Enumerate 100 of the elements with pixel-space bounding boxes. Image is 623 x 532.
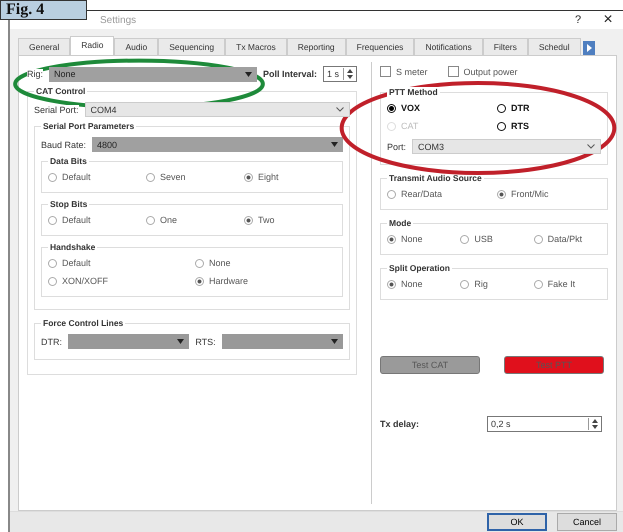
radio-option[interactable]: Data/Pkt <box>534 234 601 244</box>
spin-arrows-icon <box>588 418 601 430</box>
radio-option[interactable]: None <box>387 279 454 289</box>
checkbox[interactable] <box>448 66 459 77</box>
option-label: Data/Pkt <box>548 234 582 244</box>
option-label: CAT <box>401 121 418 131</box>
radio-button[interactable] <box>195 276 204 286</box>
tab[interactable]: Reporting <box>286 38 346 55</box>
figure-label: Fig. 4 <box>0 0 87 20</box>
radio-button[interactable] <box>534 280 543 288</box>
tab[interactable]: Radio <box>70 36 114 55</box>
option-label: XON/XOFF <box>62 276 108 286</box>
rig-dropdown[interactable]: None <box>49 66 257 82</box>
radio-option[interactable]: One <box>146 215 238 225</box>
caret-icon <box>331 142 338 147</box>
port-label: Port: <box>387 142 406 152</box>
radio-option[interactable]: Seven <box>146 172 238 182</box>
help-button[interactable]: ? <box>563 14 593 26</box>
radio-button[interactable] <box>387 280 396 288</box>
radio-button[interactable] <box>48 258 57 268</box>
radio-option[interactable]: Eight <box>244 172 336 182</box>
option-label: Default <box>62 215 91 225</box>
radio-option[interactable]: Default <box>48 215 140 225</box>
tab[interactable]: Sequencing <box>158 38 226 55</box>
radio-button[interactable] <box>146 172 155 182</box>
radio-button[interactable] <box>497 190 506 198</box>
group-title: PTT Method <box>387 87 440 97</box>
radio-option[interactable]: Two <box>244 215 336 225</box>
radio-button[interactable] <box>48 216 57 224</box>
group-title: Data Bits <box>49 156 88 166</box>
option-label: Rear/Data <box>401 189 442 199</box>
tab[interactable]: Frequencies <box>346 38 414 55</box>
radio-option[interactable]: USB <box>460 234 528 244</box>
radio-button[interactable] <box>195 258 204 268</box>
caret-icon <box>177 339 184 344</box>
caret-icon <box>331 339 338 344</box>
option-label: None <box>401 234 423 244</box>
radio-option[interactable]: Rig <box>460 279 528 289</box>
option-label: None <box>209 258 231 268</box>
radio-button[interactable] <box>460 234 470 244</box>
checkbox-label: Output power <box>464 66 518 76</box>
radio-option[interactable]: Default <box>48 172 140 182</box>
radio-option[interactable]: RTS <box>497 121 601 131</box>
radio-button[interactable] <box>497 104 506 112</box>
checkbox-option[interactable]: S meter <box>380 66 428 77</box>
radio-button[interactable] <box>48 172 57 182</box>
radio-button[interactable] <box>387 190 396 198</box>
radio-option[interactable]: DTR <box>497 103 601 113</box>
radio-option[interactable]: None <box>387 234 454 244</box>
tx-delay-spinbox[interactable]: 0,2 s <box>487 416 602 432</box>
tab[interactable]: Schedul <box>528 38 581 55</box>
radio-button[interactable] <box>460 280 470 288</box>
radio-option[interactable]: VOX <box>387 103 491 113</box>
tab[interactable]: General <box>18 38 70 55</box>
radio-button[interactable] <box>387 104 396 112</box>
serial-port-dropdown[interactable]: COM4 <box>84 102 350 117</box>
dialog-button[interactable]: Cancel <box>557 513 617 531</box>
option-label: DTR <box>511 103 530 113</box>
tab[interactable]: Tx Macros <box>225 38 287 55</box>
group-title: Transmit Audio Source <box>388 173 483 183</box>
poll-interval-spinbox[interactable]: 1 s <box>322 66 357 82</box>
radio-button[interactable] <box>387 234 396 244</box>
group-title: Split Operation <box>388 263 451 273</box>
radio-option[interactable]: None <box>195 258 336 268</box>
option-label: USB <box>474 234 493 244</box>
radio-option[interactable]: Fake It <box>534 279 601 289</box>
radio-button[interactable] <box>244 216 253 224</box>
scroll-right-icon[interactable] <box>582 41 595 55</box>
spin-arrows-icon <box>343 68 356 80</box>
radio-button[interactable] <box>244 172 253 182</box>
radio-option[interactable]: XON/XOFF <box>48 276 189 286</box>
radio-option[interactable]: Default <box>48 258 189 268</box>
port-dropdown[interactable]: COM3 <box>412 139 601 154</box>
radio-button[interactable] <box>48 276 57 286</box>
checkbox-label: S meter <box>396 66 428 76</box>
radio-button[interactable] <box>146 216 155 224</box>
dialog-button[interactable]: OK <box>487 513 547 531</box>
tab[interactable]: Filters <box>482 38 528 55</box>
tab[interactable]: Notifications <box>414 38 483 55</box>
group-title: Stop Bits <box>49 199 88 209</box>
radio-option[interactable]: Hardware <box>195 276 336 286</box>
poll-interval-label: Poll Interval: <box>262 69 317 79</box>
line-label: DTR: <box>41 336 62 346</box>
option-label: None <box>401 279 423 289</box>
radio-button[interactable] <box>497 122 506 130</box>
option-label: Hardware <box>209 276 248 286</box>
checkbox-option[interactable]: Output power <box>448 66 518 77</box>
baud-rate-dropdown[interactable]: 4800 <box>92 137 343 152</box>
tab[interactable]: Audio <box>114 38 158 55</box>
close-button[interactable]: × <box>593 11 623 29</box>
option-label: One <box>160 215 178 225</box>
radio-option[interactable]: Rear/Data <box>387 189 491 199</box>
radio-button[interactable] <box>534 234 543 244</box>
option-label: RTS <box>511 121 529 131</box>
option-label: Default <box>62 172 91 182</box>
group-title: CAT Control <box>35 86 86 96</box>
radio-option[interactable]: Front/Mic <box>497 189 601 199</box>
checkbox[interactable] <box>380 66 391 77</box>
baud-rate-label: Baud Rate: <box>41 140 86 150</box>
caret-icon <box>244 72 252 76</box>
